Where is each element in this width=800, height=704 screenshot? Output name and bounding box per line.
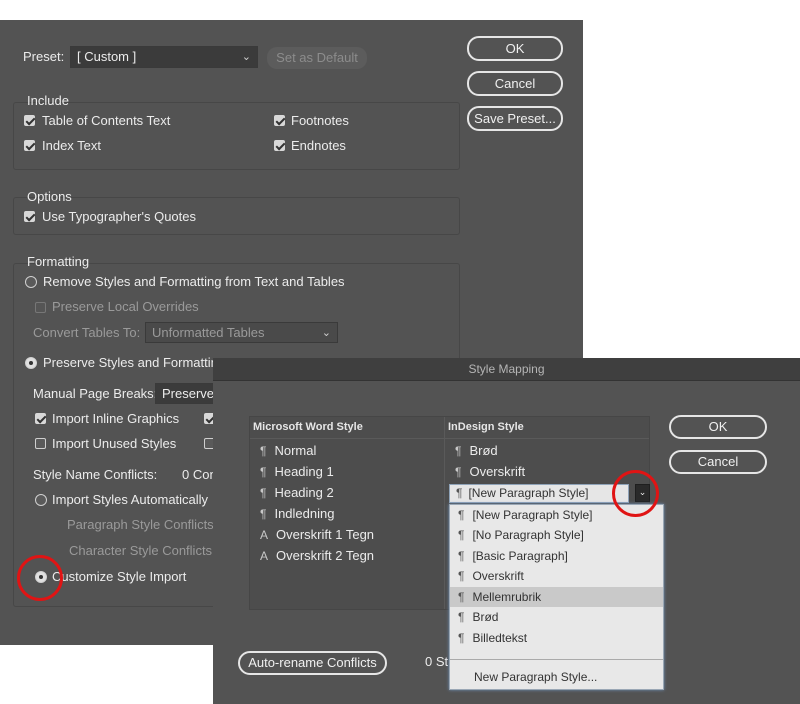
paragraph-style-icon: ¶ bbox=[260, 465, 267, 479]
auto-rename-button[interactable]: Auto-rename Conflicts bbox=[238, 651, 387, 675]
table-row[interactable]: ¶ Normal bbox=[260, 440, 316, 461]
table-row[interactable]: ¶ Heading 1 bbox=[260, 461, 334, 482]
style-conflicts-count: 0 St bbox=[425, 654, 449, 669]
character-style-icon: A bbox=[260, 528, 269, 542]
unused-styles-checkbox[interactable] bbox=[35, 438, 46, 449]
col-header-word: Microsoft Word Style bbox=[253, 421, 363, 433]
preserve-local-checkbox[interactable] bbox=[35, 302, 46, 313]
footnotes-checkbox[interactable] bbox=[274, 115, 285, 126]
menu-item-highlighted[interactable]: ¶ Mellemrubrik bbox=[450, 587, 663, 607]
endnotes-label: Endnotes bbox=[291, 138, 346, 153]
convert-tables-select[interactable]: Unformatted Tables ⌄ bbox=[145, 322, 338, 343]
toc-checkbox[interactable] bbox=[24, 115, 35, 126]
set-as-default-button[interactable]: Set as Default bbox=[267, 47, 367, 69]
paragraph-style-icon: ¶ bbox=[455, 465, 462, 479]
preset-select[interactable]: [ Custom ] ⌄ bbox=[70, 46, 258, 68]
preserve-styles-label: Preserve Styles and Formatting bbox=[43, 355, 226, 370]
paragraph-style-icon: ¶ bbox=[260, 507, 267, 521]
paragraph-style-icon: ¶ bbox=[458, 590, 465, 604]
annotation-circle-dropdown bbox=[612, 470, 659, 517]
name-conflicts-value: 0 Con bbox=[182, 467, 217, 482]
save-preset-button[interactable]: Save Preset... bbox=[467, 106, 563, 131]
style-mapping-titlebar: Style Mapping bbox=[213, 358, 800, 381]
preset-label: Preset: bbox=[23, 49, 65, 64]
paragraph-style-icon: ¶ bbox=[458, 569, 465, 583]
typographers-quotes-label: Use Typographer's Quotes bbox=[42, 209, 196, 224]
col-header-indesign: InDesign Style bbox=[448, 421, 524, 433]
paragraph-style-icon: ¶ bbox=[260, 486, 267, 500]
convert-tables-label: Convert Tables To: bbox=[33, 325, 141, 340]
character-style-icon: A bbox=[260, 549, 269, 563]
indesign-style-dropdown-menu: ¶ [New Paragraph Style] ¶ [No Paragraph St… bbox=[449, 504, 664, 690]
chevron-down-icon: ⌄ bbox=[321, 327, 331, 339]
table-row[interactable]: A Overskrift 1 Tegn bbox=[260, 524, 374, 545]
customize-import-label: Customize Style Import bbox=[52, 569, 187, 584]
preserve-local-label: Preserve Local Overrides bbox=[52, 299, 199, 314]
paragraph-style-icon: ¶ bbox=[455, 444, 462, 458]
paragraph-style-icon: ¶ bbox=[260, 444, 267, 458]
typographers-quotes-checkbox[interactable] bbox=[24, 211, 35, 222]
style-mapping-cancel-button[interactable]: Cancel bbox=[669, 450, 767, 474]
index-checkbox[interactable] bbox=[24, 140, 35, 151]
name-conflicts-label: Style Name Conflicts: bbox=[33, 467, 158, 482]
chevron-down-icon: ⌄ bbox=[241, 51, 251, 63]
import-auto-radio[interactable] bbox=[35, 494, 47, 506]
paragraph-style-icon: ¶ bbox=[458, 631, 465, 645]
import-auto-label: Import Styles Automatically bbox=[52, 492, 209, 507]
menu-item[interactable]: ¶ Billedtekst bbox=[450, 628, 663, 648]
inline-graphics-label: Import Inline Graphics bbox=[52, 411, 180, 426]
char-conflicts-label: Character Style Conflicts: bbox=[69, 543, 216, 558]
remove-styles-label: Remove Styles and Formatting from Text a… bbox=[43, 274, 345, 289]
menu-item[interactable]: ¶ [Basic Paragraph] bbox=[450, 546, 663, 566]
remove-styles-radio[interactable] bbox=[25, 276, 37, 288]
menu-separator bbox=[450, 659, 663, 660]
style-mapping-dialog: Style Mapping Microsoft Word Style InDes… bbox=[213, 358, 800, 704]
header-underline bbox=[250, 438, 649, 439]
ok-button[interactable]: OK bbox=[467, 36, 563, 61]
menu-item[interactable]: ¶ Overskrift bbox=[450, 566, 663, 586]
paragraph-style-icon: ¶ bbox=[458, 528, 465, 542]
options-title: Options bbox=[27, 189, 72, 204]
paragraph-style-icon: ¶ bbox=[456, 486, 463, 500]
paragraph-style-icon: ¶ bbox=[458, 610, 465, 624]
dialog-top-strip bbox=[0, 0, 583, 20]
annotation-circle-customize bbox=[17, 555, 63, 601]
index-label: Index Text bbox=[42, 138, 102, 153]
inline-graphics-checkbox[interactable] bbox=[35, 413, 46, 424]
table-row[interactable]: A Overskrift 2 Tegn bbox=[260, 545, 374, 566]
new-paragraph-style-item[interactable]: New Paragraph Style... bbox=[450, 667, 663, 687]
footnotes-label: Footnotes bbox=[291, 113, 349, 128]
manual-breaks-label: Manual Page Breaks: bbox=[33, 386, 158, 401]
toc-label: Table of Contents Text bbox=[42, 113, 171, 128]
endnotes-checkbox[interactable] bbox=[274, 140, 285, 151]
table-row[interactable]: ¶ Heading 2 bbox=[260, 482, 334, 503]
include-title: Include bbox=[27, 93, 69, 108]
table-row[interactable]: ¶ Indledning bbox=[260, 503, 334, 524]
paragraph-style-icon: ¶ bbox=[458, 549, 465, 563]
indesign-style-select[interactable]: ¶ [New Paragraph Style] bbox=[449, 484, 629, 503]
table-row-indesign[interactable]: ¶ Overskrift bbox=[455, 461, 525, 482]
unused-styles-label: Import Unused Styles bbox=[52, 436, 177, 451]
paragraph-style-icon: ¶ bbox=[458, 508, 465, 522]
menu-item[interactable]: ¶ [No Paragraph Style] bbox=[450, 525, 663, 545]
preserve-styles-radio[interactable] bbox=[25, 357, 37, 369]
formatting-title: Formatting bbox=[27, 254, 90, 269]
table-row-indesign[interactable]: ¶ Brød bbox=[455, 440, 498, 461]
column-divider bbox=[444, 417, 445, 609]
para-conflicts-label: Paragraph Style Conflicts: bbox=[67, 517, 218, 532]
menu-item[interactable]: ¶ Brød bbox=[450, 607, 663, 627]
cancel-button[interactable]: Cancel bbox=[467, 71, 563, 96]
style-mapping-ok-button[interactable]: OK bbox=[669, 415, 767, 439]
